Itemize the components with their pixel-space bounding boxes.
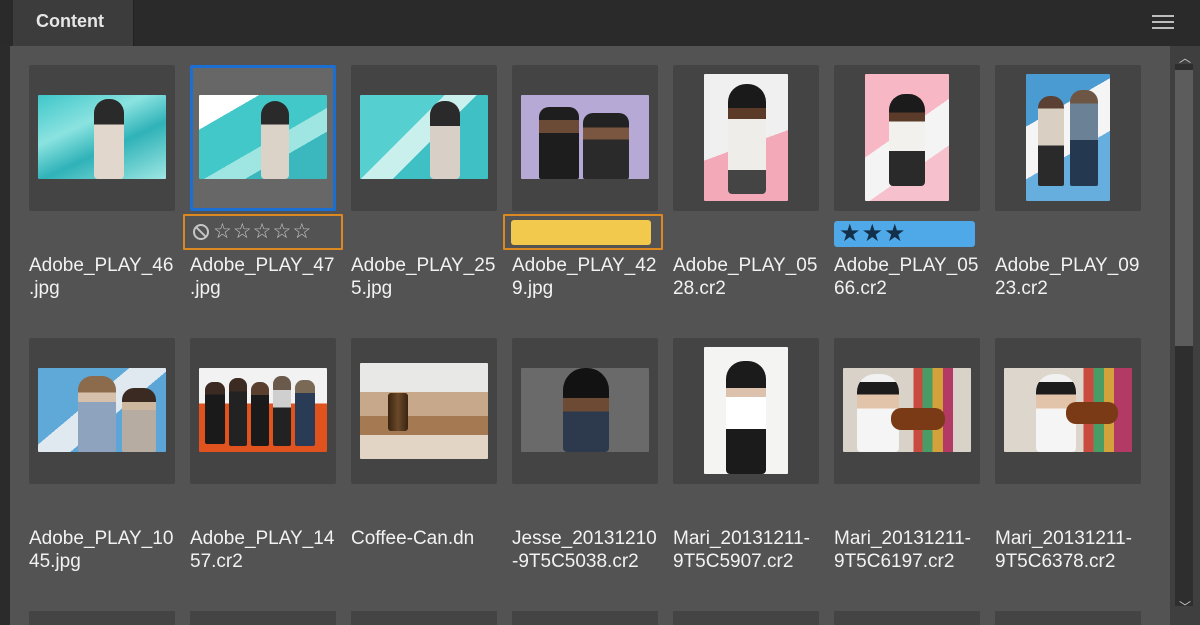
thumbnail-frame-partial[interactable] — [512, 611, 658, 625]
tab-content[interactable]: Content — [13, 0, 134, 46]
thumbnail-image — [360, 95, 488, 179]
reject-icon[interactable] — [193, 224, 209, 240]
filename-label: Adobe_PLAY_47 .jpg — [190, 255, 335, 299]
filename-label: Adobe_PLAY_10 45.jpg — [29, 528, 174, 572]
thumbnail-image — [199, 368, 327, 452]
thumbnail-image — [1004, 368, 1132, 452]
thumbnail-image — [521, 368, 649, 452]
content-grid: Adobe_PLAY_46 .jpg ☆ ☆ ☆ ☆ ☆ Adobe_PLAY_… — [10, 46, 1170, 625]
star-filled-icon[interactable]: ★ — [839, 222, 861, 246]
star-empty-icon[interactable]: ☆ — [213, 221, 232, 243]
filename-label: Adobe_PLAY_09 23.cr2 — [995, 255, 1140, 299]
rating-control[interactable]: ☆ ☆ ☆ ☆ ☆ — [183, 214, 343, 250]
filename-label: Coffee-Can.dn — [351, 528, 475, 549]
thumbnail-image — [199, 95, 327, 179]
star-empty-icon[interactable]: ☆ — [233, 221, 252, 243]
filename-label: Adobe_PLAY_05 28.cr2 — [673, 255, 818, 299]
thumbnail-image — [38, 368, 166, 452]
scrollbar-thumb[interactable] — [1175, 70, 1193, 346]
thumbnail-image — [360, 363, 488, 459]
thumbnail-image — [521, 95, 649, 179]
filename-label: Adobe_PLAY_05 66.cr2 — [834, 255, 979, 299]
panel-header: Content — [0, 0, 1200, 46]
star-empty-icon[interactable]: ☆ — [272, 221, 291, 243]
filename-label: Mari_20131211- 9T5C5907.cr2 — [673, 528, 810, 572]
label-control[interactable] — [503, 214, 663, 250]
star-filled-icon[interactable]: ★ — [862, 222, 884, 246]
filename-label: Adobe_PLAY_25 5.jpg — [351, 255, 496, 299]
hamburger-menu-icon[interactable] — [1152, 15, 1174, 29]
thumbnail-image — [38, 95, 166, 179]
thumbnail-frame-partial[interactable] — [995, 611, 1141, 625]
thumbnail-frame-partial[interactable] — [351, 611, 497, 625]
filename-label: Adobe_PLAY_14 57.cr2 — [190, 528, 335, 572]
filename-label: Mari_20131211- 9T5C6378.cr2 — [995, 528, 1132, 572]
vertical-scrollbar[interactable]: ︿ ﹀ — [1170, 46, 1200, 625]
blue-color-label[interactable]: ★ ★ ★ — [834, 221, 975, 247]
thumbnail-frame-partial[interactable] — [673, 611, 819, 625]
thumbnail-image — [843, 368, 971, 452]
filename-label: Jesse_20131210 -9T5C5038.cr2 — [512, 528, 657, 572]
thumbnail-frame-partial[interactable] — [29, 611, 175, 625]
scrollbar-track[interactable] — [1175, 64, 1193, 606]
star-empty-icon[interactable]: ☆ — [292, 221, 311, 243]
thumbnail-frame-partial[interactable] — [190, 611, 336, 625]
filename-label: Adobe_PLAY_46 .jpg — [29, 255, 174, 299]
filename-label: Mari_20131211- 9T5C6197.cr2 — [834, 528, 971, 572]
thumbnail-image — [704, 347, 788, 474]
yellow-color-label — [511, 220, 651, 245]
star-filled-icon[interactable]: ★ — [884, 222, 906, 246]
thumbnail-frame-partial[interactable] — [834, 611, 980, 625]
filename-label: Adobe_PLAY_42 9.jpg — [512, 255, 657, 299]
thumbnail-image — [704, 74, 788, 201]
thumbnail-image — [1026, 74, 1110, 201]
star-empty-icon[interactable]: ☆ — [253, 221, 272, 243]
scroll-down-arrow-icon[interactable]: ﹀ — [1170, 599, 1200, 615]
thumbnail-image — [865, 74, 949, 201]
left-panel-edge — [0, 46, 10, 625]
